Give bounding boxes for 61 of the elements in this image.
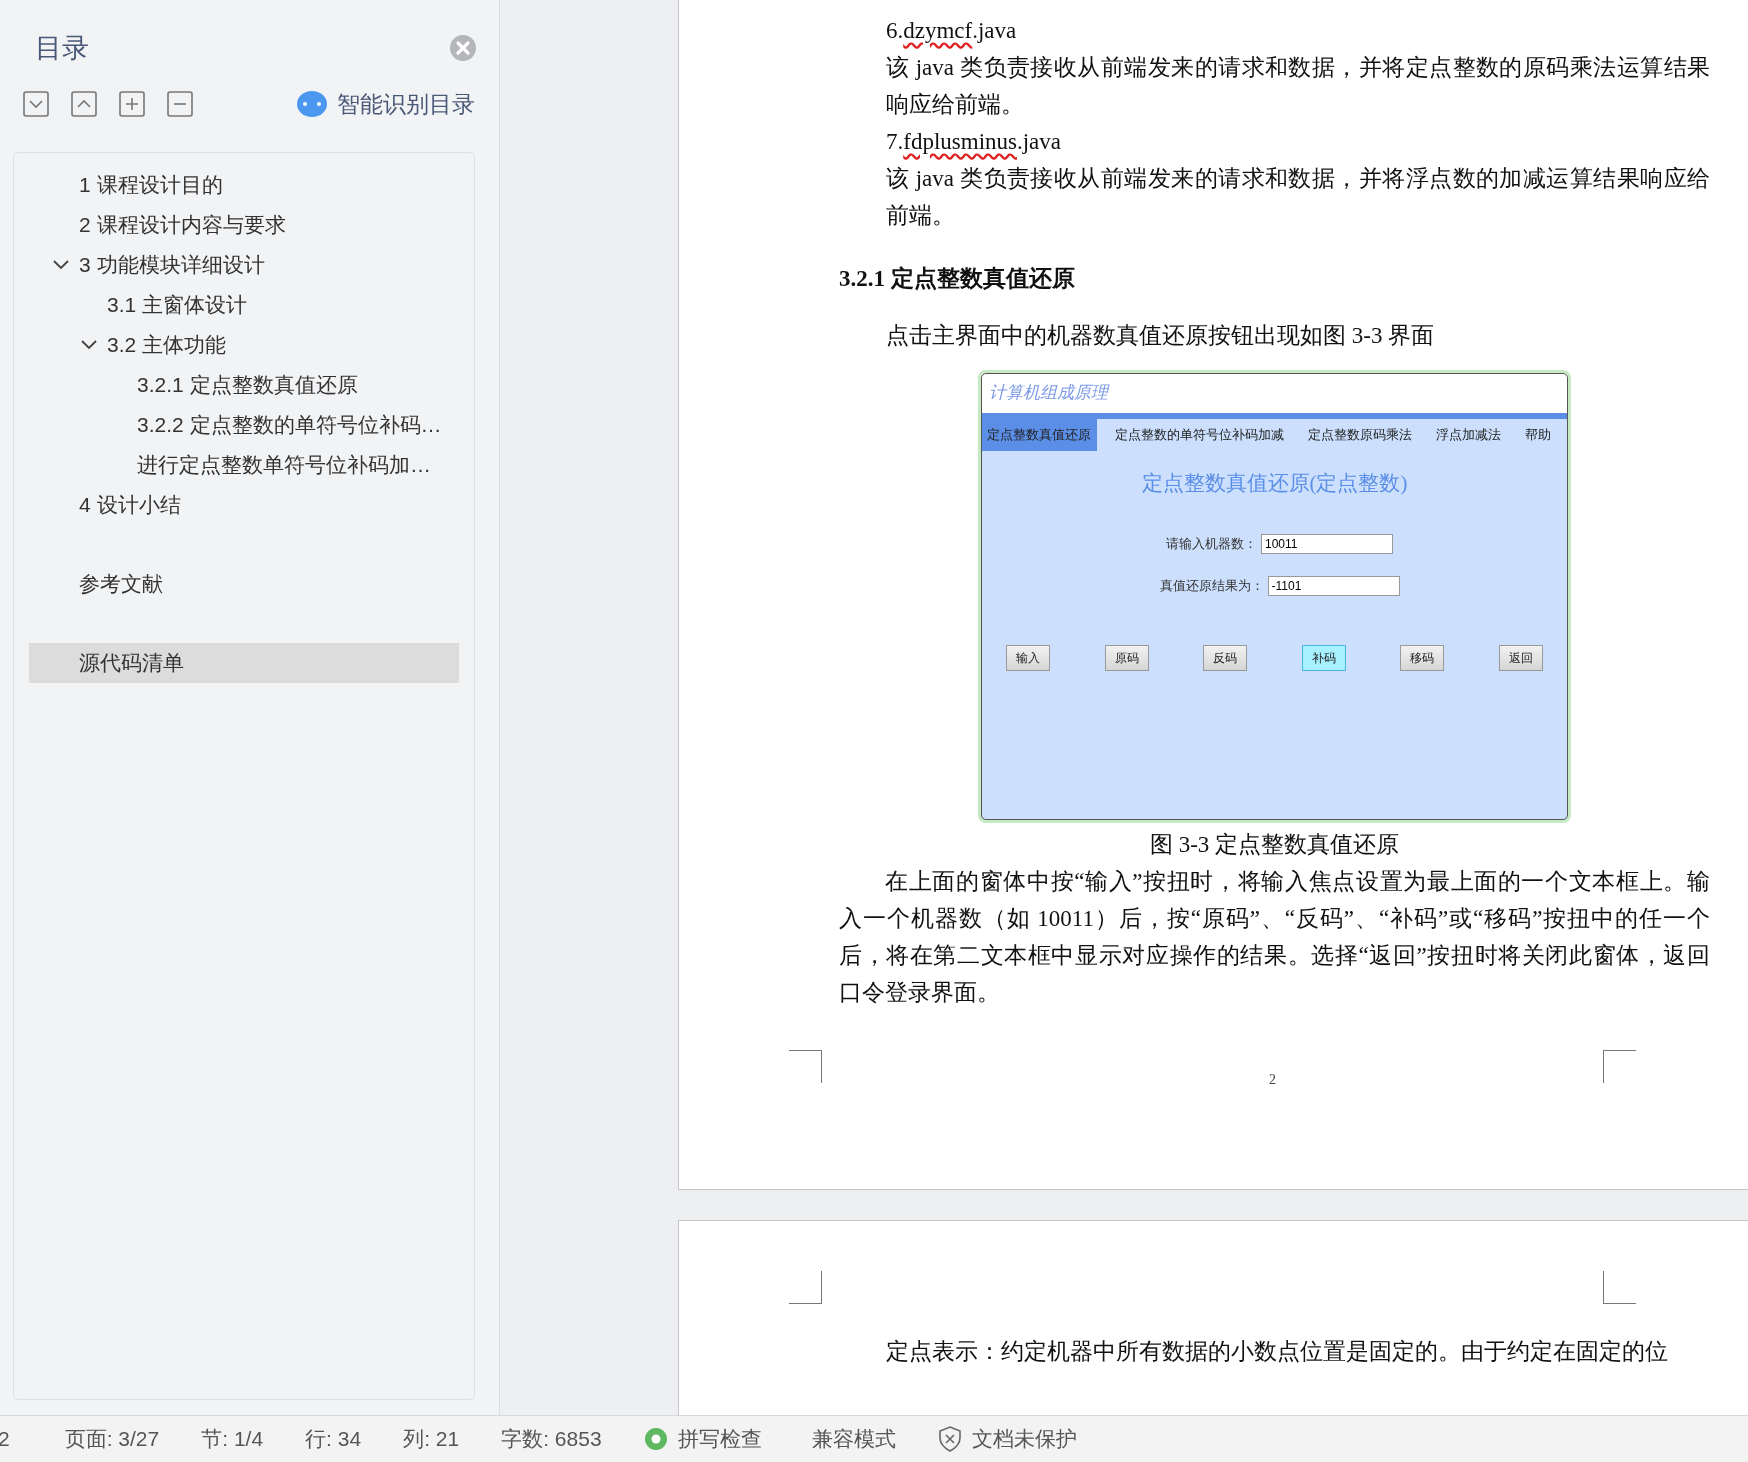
collapse-all-icon[interactable] <box>71 91 97 117</box>
spell-check-button[interactable]: 拼写检查 <box>677 1425 762 1453</box>
toc-item[interactable]: 进行定点整数单符号位补码加… <box>29 445 459 485</box>
add-icon[interactable] <box>119 91 145 117</box>
tab[interactable]: 帮助 <box>1519 419 1557 451</box>
crop-mark <box>1603 1050 1636 1083</box>
file-name-line: 6.dzymcf.java <box>885 17 1018 45</box>
toc-item[interactable]: 3.2.1 定点整数真值还原 <box>29 365 459 405</box>
status-text: 页面: 3/27 <box>64 1426 160 1452</box>
crop-mark <box>1603 1271 1636 1304</box>
status-text: 行: 34 <box>305 1426 362 1452</box>
form-button[interactable]: 输入 <box>1006 645 1050 671</box>
remove-icon[interactable] <box>167 91 193 117</box>
paragraph: 该 java 类负责接收从前端发来的请求和数据，并将浮点数的加减运算结果响应给前端。 <box>885 165 1710 230</box>
input-field[interactable]: -1101 <box>1267 576 1400 596</box>
field-label: 请输入机器数： <box>1166 535 1257 553</box>
status-dot-icon <box>643 1427 668 1451</box>
robot-face-icon <box>297 91 327 117</box>
toc-item[interactable]: 3.2 主体功能 <box>29 325 459 365</box>
form-heading: 定点整数真值还原(定点整数) <box>1140 470 1409 497</box>
status-text: 字数: 6853 <box>501 1426 602 1452</box>
crop-mark <box>789 1271 822 1304</box>
crop-mark <box>789 1050 822 1083</box>
toc-item[interactable]: 源代码清单 <box>29 643 459 683</box>
form-button[interactable]: 移码 <box>1400 645 1445 671</box>
sidebar-title: 目录 <box>35 32 89 65</box>
toc-item[interactable]: 3.2.2 定点整数的单符号位补码… <box>29 405 459 445</box>
expand-all-icon[interactable] <box>23 91 49 117</box>
paragraph: 该 java 类负责接收从前端发来的请求和数据，并将定点整数的原码乘法运算结果响应给前端。 <box>885 54 1710 119</box>
window-title: 计算机组成原理 <box>981 373 1568 419</box>
chevron-down-icon[interactable] <box>53 260 69 270</box>
toc-item[interactable]: 1 课程设计目的 <box>29 165 459 205</box>
form-button[interactable]: 补码 <box>1301 645 1346 671</box>
form-button[interactable]: 反码 <box>1203 645 1248 671</box>
chevron-down-icon[interactable] <box>81 340 97 350</box>
figure-caption: 图 3-3 定点整数真值还原 <box>1148 831 1401 859</box>
tab[interactable]: 定点整数的单符号位补码加减 <box>1109 419 1290 451</box>
field-label: 真值还原结果为： <box>1159 577 1264 595</box>
toc-item[interactable]: 2 课程设计内容与要求 <box>29 205 459 245</box>
paragraph: 点击主界面中的机器数真值还原按钮出现如图 3-3 界面 <box>885 322 1436 350</box>
toc-item[interactable]: 3 功能模块详细设计 <box>29 245 459 285</box>
paragraph: 在上面的窗体中按“输入”按扭时，将输入焦点设置为最上面的一个文本框上。输入一个机器数（如 10011）后，按“原码”、“反码”、“补码”或“移码”按扭中的任一个后，将在第二文本框中显示对应操作的结果。选择“返回”按扭时将关闭此窗体，返回口令登录界面。 <box>839 868 1710 1007</box>
document-protection-status: 文档未保护 <box>971 1426 1077 1452</box>
status-text: 列: 21 <box>403 1426 460 1452</box>
shield-icon <box>937 1426 962 1452</box>
form-button[interactable]: 原码 <box>1104 645 1149 671</box>
status-text: 节: 1/4 <box>201 1426 264 1452</box>
tab[interactable]: 定点整数真值还原 <box>981 419 1097 451</box>
toc-item[interactable]: 参考文献 <box>29 564 459 604</box>
tab[interactable]: 定点整数原码乘法 <box>1302 419 1418 451</box>
input-field[interactable]: 10011 <box>1261 534 1393 554</box>
smart-toc-button[interactable]: 智能识别目录 <box>297 88 475 120</box>
paragraph: 定点表示：约定机器中所有数据的小数点位置是固定的。由于约定在固定的位 <box>885 1338 1669 1366</box>
form-button[interactable]: 返回 <box>1498 645 1543 671</box>
status-text: 兼容模式 <box>811 1426 896 1452</box>
toc-item[interactable]: 4 设计小结 <box>29 485 459 525</box>
section-heading: 3.2.1 定点整数真值还原 <box>839 265 1076 293</box>
tab[interactable]: 浮点加减法 <box>1430 419 1507 451</box>
toc-item[interactable]: 3.1 主窗体设计 <box>29 285 459 325</box>
page-number: 2 <box>1269 1072 1276 1088</box>
file-name-line: 7.fdplusminus.java <box>885 128 1063 156</box>
